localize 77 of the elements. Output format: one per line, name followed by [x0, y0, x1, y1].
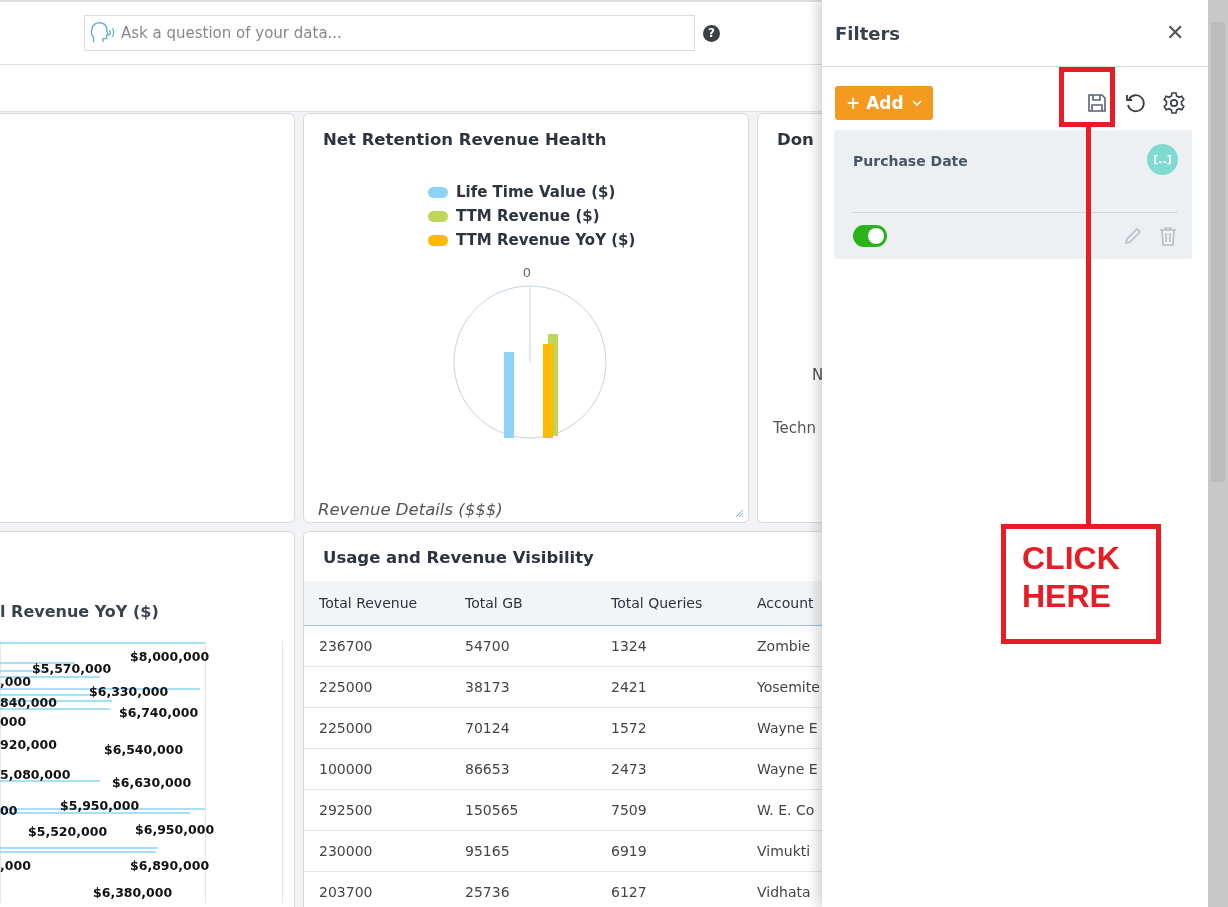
legend-label: Life Time Value ($)	[456, 183, 616, 201]
settings-icon[interactable]	[1162, 91, 1186, 115]
column-header[interactable]: Total GB	[465, 595, 611, 611]
table-cell-text: 7509	[611, 802, 648, 818]
trash-icon[interactable]	[1158, 225, 1178, 247]
highlight-frame	[1059, 67, 1115, 127]
table-cell-text: 292500	[319, 802, 374, 818]
axis-label: Techn	[773, 419, 817, 437]
chart-title: l Revenue YoY ($)	[0, 602, 160, 621]
data-label: ,000	[0, 674, 31, 689]
close-button[interactable]: ✕	[1160, 19, 1190, 47]
table-cell-text: Zombie	[757, 638, 812, 654]
card-title: Don	[776, 129, 815, 149]
legend-label: TTM Revenue YoY ($)	[456, 231, 636, 249]
callout: CLICK HERE	[1001, 524, 1161, 644]
data-label: $6,740,000	[119, 705, 199, 720]
toggle-switch[interactable]	[853, 225, 887, 247]
chart-footer: Revenue Details ($$$)	[318, 500, 503, 519]
data-label: $6,950,000	[135, 822, 215, 837]
save-icon[interactable]	[1086, 92, 1108, 114]
panel-title: Filters	[835, 22, 901, 44]
pencil-icon[interactable]	[1122, 225, 1144, 247]
resize-grip-icon[interactable]	[735, 509, 744, 518]
table-cell-text: W. E. Co	[757, 802, 816, 818]
table-cell-text: 225000	[319, 720, 374, 736]
table-cell-text: 203700	[319, 884, 374, 900]
data-label: $6,890,000	[130, 858, 210, 873]
column-header[interactable]: Total Queries	[611, 595, 757, 611]
data-label: 840,000	[0, 695, 57, 710]
range-badge: [..]	[1147, 144, 1178, 175]
data-label: $6,330,000	[89, 684, 169, 699]
table-cell-text: 225000	[319, 679, 374, 695]
table-cell-text: Vimukti	[757, 843, 812, 859]
data-label: 920,000	[0, 737, 57, 752]
data-label: 5,080,000	[0, 767, 71, 782]
data-label: 000	[0, 714, 27, 729]
data-label: $5,520,000	[28, 824, 108, 839]
table-cell-text: 70124	[465, 720, 511, 736]
search-field[interactable]: Ask a question of your data...	[84, 15, 695, 51]
data-label: ,000	[0, 858, 31, 873]
reset-icon[interactable]	[1124, 92, 1146, 114]
table-cell-text: Wayne E	[757, 720, 819, 736]
table-cell-text: 6127	[611, 884, 648, 900]
table-cell-text: 1572	[611, 720, 648, 736]
scrollbar[interactable]	[1208, 0, 1228, 907]
table-cell-text: 236700	[319, 638, 374, 654]
table-cell-text: 100000	[319, 761, 374, 777]
table-cell-text: 38173	[465, 679, 511, 695]
table-cell-text: 230000	[319, 843, 374, 859]
table-cell-text: 150565	[465, 802, 520, 818]
table-cell: Yosemite	[757, 679, 821, 695]
table-cell-text: Vidhata	[757, 884, 812, 900]
table-cell-text: 25736	[465, 884, 511, 900]
filter-label: Purchase Date	[853, 153, 968, 171]
help-icon[interactable]: ?	[703, 24, 720, 42]
table-cell-text: 86653	[465, 761, 511, 777]
data-label: $5,950,000	[60, 798, 140, 813]
column-header[interactable]: Total Revenue	[319, 595, 465, 611]
data-label: $6,630,000	[112, 775, 192, 790]
table-cell-text: 6919	[611, 843, 648, 859]
table-cell-text: 54700	[465, 638, 511, 654]
table-cell-text: 2473	[611, 761, 648, 777]
data-label: $6,380,000	[93, 885, 173, 900]
data-label: $5,570,000	[32, 661, 112, 676]
column-header[interactable]: Account	[757, 595, 821, 611]
caret-icon	[911, 99, 922, 107]
axis-label: N	[812, 366, 824, 384]
table-cell-text: 95165	[465, 843, 511, 859]
data-label: $6,540,000	[104, 742, 184, 757]
table-cell-text: 2421	[611, 679, 648, 695]
card-title: Net Retention Revenue Health	[322, 129, 608, 149]
data-label: 00	[0, 803, 18, 818]
table-cell-text: 1324	[611, 638, 648, 654]
legend-label: TTM Revenue ($)	[456, 207, 600, 225]
axis-label: 0	[521, 265, 533, 280]
data-label: $8,000,000	[130, 649, 210, 664]
table-cell-text: Wayne E	[757, 761, 819, 777]
